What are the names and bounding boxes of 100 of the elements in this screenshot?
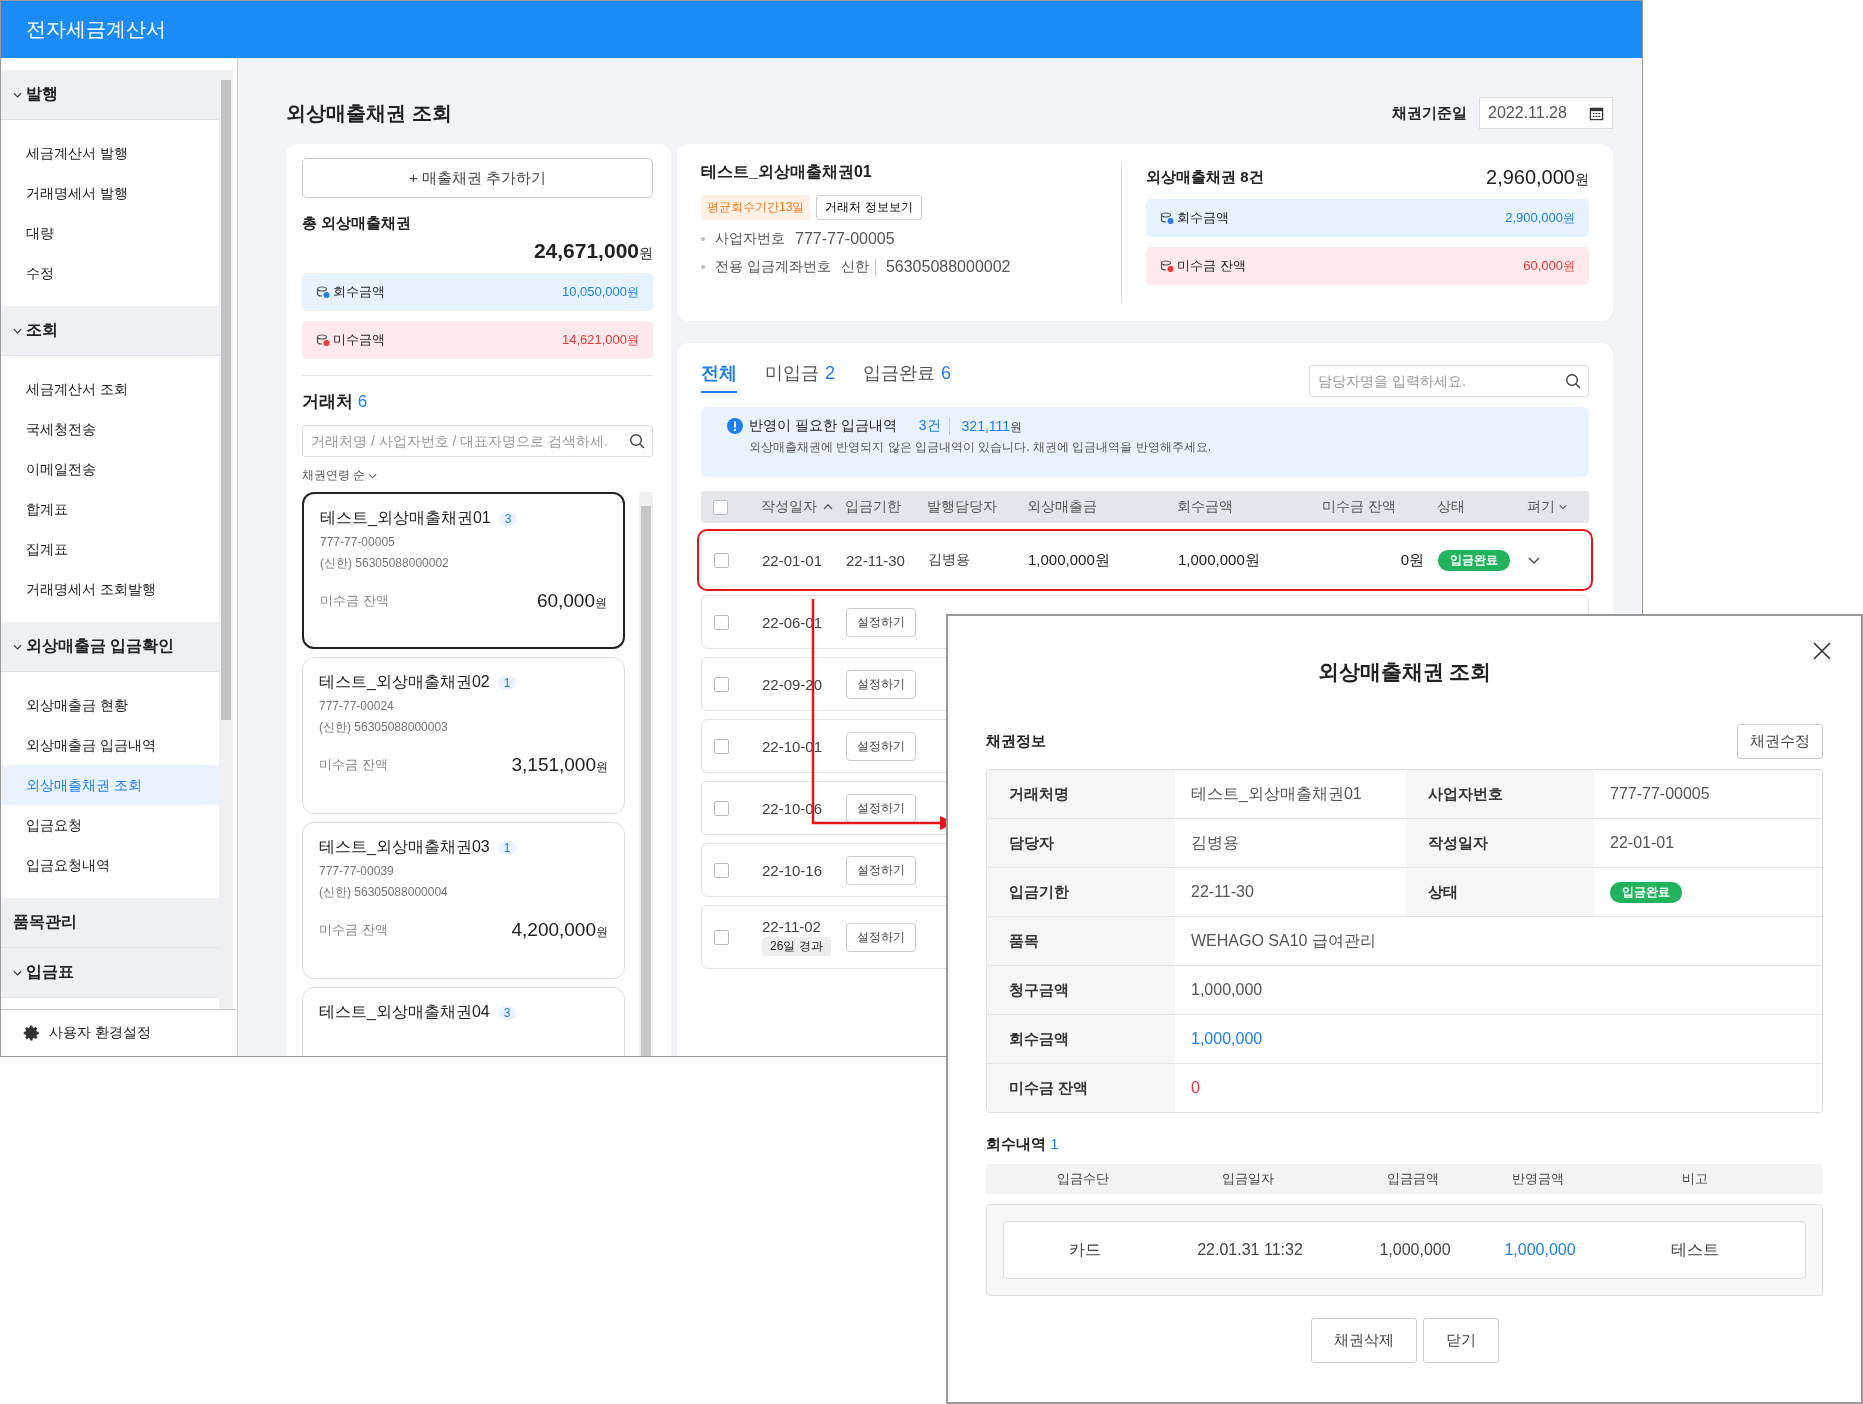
column-header[interactable]: 외상매출금 <box>1027 498 1177 516</box>
settings-button[interactable]: 설정하기 <box>846 607 916 637</box>
sidebar-section[interactable]: 외상매출금 입금확인 <box>1 622 219 672</box>
scrollbar[interactable] <box>639 492 653 1056</box>
column-header[interactable]: 작성일자 <box>761 498 845 516</box>
summary-label: 미수금액 <box>333 331 386 349</box>
column-header[interactable]: 입금기한 <box>845 498 927 516</box>
sidebar-item[interactable]: 외상매출금 입금내역 <box>1 725 219 765</box>
clients-heading: 거래처 6 <box>302 391 369 413</box>
manager-search-field[interactable]: 담당자명을 입력하세요. <box>1309 365 1589 397</box>
field-value: 777-77-00005 <box>1610 785 1710 803</box>
status-badge: 입금완료 <box>1438 549 1510 571</box>
scrollbar[interactable] <box>219 70 233 1009</box>
column-header[interactable]: 상태 <box>1437 498 1527 516</box>
summary-total: 2,960,000원 <box>1486 166 1589 189</box>
search-icon <box>629 433 645 449</box>
column-header[interactable]: 회수금액 <box>1177 498 1322 516</box>
client-card[interactable]: 테스트_외상매출채권02 1 777-77-00024 (신한) 56305088000003 미수금 잔액 3,151,000원 <box>302 657 625 814</box>
table-cell-text: 1,000,000원 <box>1178 550 1261 570</box>
sidebar-section[interactable]: 입금표 <box>1 948 219 998</box>
client-info-button[interactable]: 거래처 정보보기 <box>816 195 922 220</box>
settings-button[interactable]: 설정하기 <box>846 793 916 823</box>
page-title: 외상매출채권 조회 <box>286 100 452 126</box>
sidebar-item[interactable]: 외상매출채권 조회 <box>1 765 219 805</box>
sidebar-item[interactable]: 대량 <box>1 213 219 253</box>
field-label: 품목 <box>987 917 1175 965</box>
count-badge: 3 <box>498 511 518 526</box>
date-field[interactable]: 2022.11.28 <box>1479 97 1613 129</box>
checkbox[interactable] <box>714 862 729 878</box>
sidebar-item[interactable]: 세금계산서 발행 <box>1 133 219 173</box>
sidebar-section[interactable]: 발행 <box>1 70 219 120</box>
checkbox[interactable] <box>713 499 728 515</box>
date-label: 채권기준일 <box>1392 103 1467 123</box>
sidebar-item[interactable]: 국세청전송 <box>1 409 219 449</box>
sidebar-item[interactable]: 세금계산서 조회 <box>1 369 219 409</box>
client-name: 테스트_외상매출채권04 <box>319 1002 490 1022</box>
app-title: 전자세금계산서 <box>26 17 166 42</box>
summary-amount: 2,900,000원 <box>1505 209 1575 227</box>
settings-button[interactable]: 설정하기 <box>846 669 916 699</box>
sidebar-item[interactable]: 거래명세서 조회발행 <box>1 569 219 609</box>
business-number: 777-77-00024 <box>319 699 395 713</box>
field-value: 22-01-01 <box>1610 834 1675 852</box>
client-card[interactable]: 테스트_외상매출채권03 1 777-77-00039 (신한) 56305088000004 미수금 잔액 4,200,000원 <box>302 822 625 979</box>
add-receivable-button[interactable]: + 매출채권 추가하기 <box>302 158 653 198</box>
settings-link[interactable]: 사용자 환경설정 <box>1 1009 237 1056</box>
dialog-title: 외상매출채권 조회 <box>1316 659 1493 685</box>
table-cell-text: 22-11-30 <box>846 551 906 569</box>
checkbox[interactable] <box>714 738 729 754</box>
sidebar-item[interactable]: 입금요청내역 <box>1 845 219 885</box>
elapsed-badge: 26일 경과 <box>762 937 831 956</box>
client-name: 테스트_외상매출채권01 <box>701 162 873 182</box>
client-search-field[interactable]: 거래처명 / 사업자번호 / 대표자명으로 검색하세. <box>302 425 653 457</box>
dialog-button[interactable]: 채권삭제 <box>1310 1318 1417 1363</box>
tab[interactable]: 입금완료 6 <box>863 361 952 393</box>
chevron-icon[interactable] <box>1528 556 1540 564</box>
sort-dropdown[interactable]: 채권연령 순 <box>302 467 378 484</box>
column-header: 입금수단 <box>1056 1170 1110 1188</box>
status-badge: 입금완료 <box>1610 881 1682 903</box>
money-icon <box>316 333 330 347</box>
checkbox[interactable] <box>714 676 729 692</box>
settings-button[interactable]: 설정하기 <box>846 855 916 885</box>
tab[interactable]: 전체 <box>701 361 737 393</box>
checkbox[interactable] <box>714 552 729 568</box>
settings-button[interactable]: 설정하기 <box>846 731 916 761</box>
checkbox[interactable] <box>714 614 729 630</box>
sidebar-item[interactable]: 거래명세서 발행 <box>1 173 219 213</box>
field-label: 전용 입금계좌번호 <box>715 258 831 276</box>
sidebar-item[interactable]: 입금요청 <box>1 805 219 845</box>
column-header[interactable]: 미수금 잔액 <box>1322 498 1437 516</box>
table-cell: 22-11-02 <box>762 918 821 935</box>
dialog-button[interactable]: 닫기 <box>1422 1318 1499 1363</box>
sidebar-item[interactable]: 집계표 <box>1 529 219 569</box>
sidebar-item[interactable]: 수정 <box>1 253 219 293</box>
account-number: (신한) 56305088000003 <box>319 719 449 736</box>
sidebar-section[interactable]: 조회 <box>1 306 219 356</box>
edit-button[interactable]: 채권수정 <box>1737 724 1823 759</box>
sidebar-item[interactable]: 이메일전송 <box>1 449 219 489</box>
summary-amount: 10,050,000원 <box>561 283 639 301</box>
close-icon[interactable] <box>1813 642 1831 660</box>
business-number: 777-77-00039 <box>319 864 395 878</box>
column-header: 입금일자 <box>1221 1170 1275 1188</box>
field-value: 0 <box>1191 1079 1200 1097</box>
sidebar-item[interactable]: 합계표 <box>1 489 219 529</box>
tab[interactable]: 미입금 2 <box>765 361 835 393</box>
client-name: 테스트_외상매출채권01 <box>320 508 491 528</box>
checkbox[interactable] <box>714 929 729 945</box>
column-header[interactable]: 펴기 <box>1527 498 1567 516</box>
client-name: 테스트_외상매출채권02 <box>319 672 490 692</box>
count-badge: 1 <box>497 675 517 690</box>
sidebar-item[interactable]: 외상매출금 현황 <box>1 685 219 725</box>
client-card[interactable]: 테스트_외상매출채권01 3 777-77-00005 (신한) 56305088000002 미수금 잔액 60,000원 <box>302 492 625 649</box>
column-header[interactable]: 발행담당자 <box>927 498 1027 516</box>
notice-count: 3건 <box>918 417 950 435</box>
balance-amount: 3,151,000원 <box>511 754 608 776</box>
client-name: 테스트_외상매출채권03 <box>319 837 490 857</box>
checkbox[interactable] <box>714 800 729 816</box>
client-card[interactable]: 테스트_외상매출채권04 3 <box>302 987 625 1056</box>
settings-button[interactable]: 설정하기 <box>846 922 916 952</box>
column-header: 반영금액 <box>1511 1170 1565 1188</box>
sidebar-section[interactable]: 품목관리 <box>1 898 219 948</box>
